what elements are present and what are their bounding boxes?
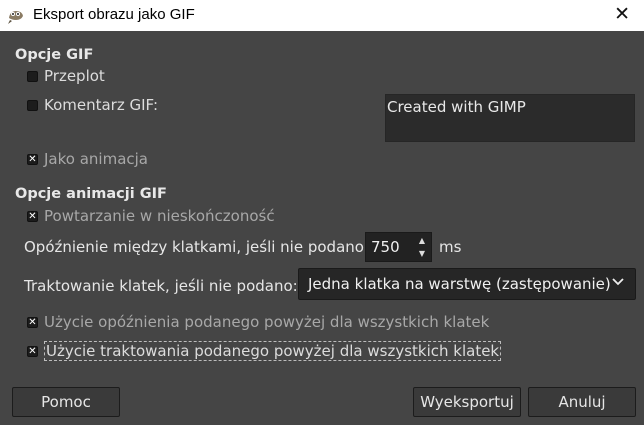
loop-forever-label: Powtarzanie w nieskończoność — [44, 207, 275, 225]
frame-disposal-dropdown[interactable]: Jedna klatka na warstwę (zastępowanie) — [298, 268, 636, 300]
chevron-down-icon — [611, 275, 625, 293]
gif-comment-checkbox-box[interactable] — [27, 99, 38, 111]
help-button[interactable]: Pomoc — [12, 387, 120, 417]
spin-down-icon[interactable]: ▼ — [416, 247, 428, 260]
gif-comment-textarea[interactable]: Created with GIMP — [385, 94, 635, 142]
gif-comment-checkbox[interactable]: Komentarz GIF: — [27, 96, 158, 114]
use-delay-all-label: Użycie opóźnienia podanego powyżej dla w… — [44, 313, 490, 331]
as-animation-checkbox[interactable]: Jako animacja — [27, 150, 148, 168]
interlace-label: Przeplot — [44, 67, 105, 85]
title-bar: Eksport obrazu jako GIF ✕ — [0, 0, 644, 31]
interlace-checkbox[interactable]: Przeplot — [27, 67, 105, 85]
interlace-checkbox-box[interactable] — [27, 70, 38, 82]
as-animation-checkbox-box[interactable] — [27, 153, 38, 165]
gimp-icon — [8, 11, 23, 24]
use-delay-all-checkbox[interactable]: Użycie opóźnienia podanego powyżej dla w… — [27, 313, 489, 331]
frame-delay-label: Opóźnienie między klatkami, jeśli nie po… — [24, 238, 369, 256]
use-disposal-all-label: Użycie traktowania podanego powyżej dla … — [44, 341, 502, 361]
gif-options-heading: Opcje GIF — [15, 47, 94, 63]
cancel-button[interactable]: Anuluj — [528, 387, 636, 417]
window-title: Eksport obrazu jako GIF — [33, 6, 195, 23]
gif-comment-label: Komentarz GIF: — [44, 96, 159, 114]
frame-delay-spinbutton[interactable]: 750 ▲ ▼ — [365, 232, 432, 262]
animation-options-heading: Opcje animacji GIF — [15, 186, 167, 202]
as-animation-label: Jako animacja — [44, 150, 148, 168]
loop-forever-checkbox-box[interactable] — [27, 210, 38, 222]
spin-up-icon[interactable]: ▲ — [416, 234, 428, 247]
export-button[interactable]: Wyeksportuj — [413, 387, 521, 417]
frame-disposal-label: Traktowanie klatek, jeśli nie podano: — [24, 277, 298, 295]
use-disposal-all-checkbox-box[interactable] — [27, 345, 38, 357]
close-icon[interactable]: ✕ — [614, 3, 630, 26]
use-delay-all-checkbox-box[interactable] — [27, 316, 38, 328]
loop-forever-checkbox[interactable]: Powtarzanie w nieskończoność — [27, 207, 275, 225]
frame-disposal-value: Jedna klatka na warstwę (zastępowanie) — [308, 275, 611, 293]
frame-delay-value[interactable]: 750 — [371, 238, 400, 256]
frame-delay-unit: ms — [439, 238, 462, 256]
use-disposal-all-checkbox[interactable]: Użycie traktowania podanego powyżej dla … — [27, 341, 502, 361]
